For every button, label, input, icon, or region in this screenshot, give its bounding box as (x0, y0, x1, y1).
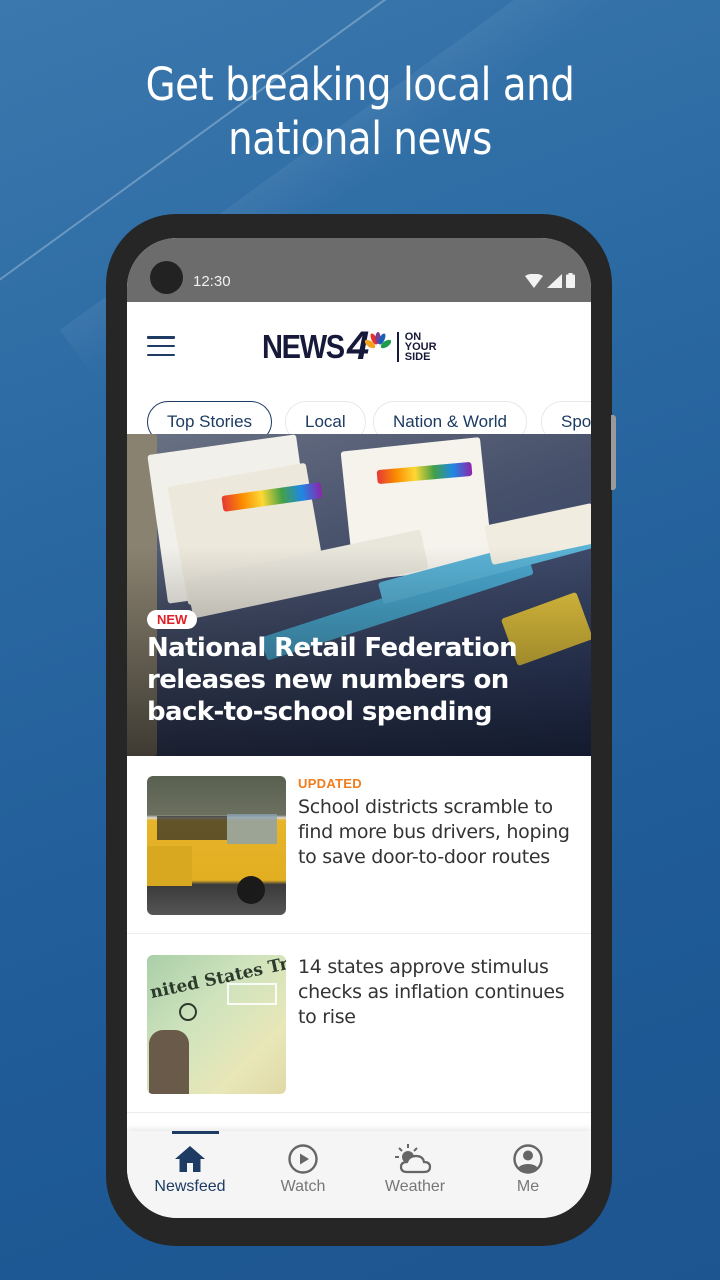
nav-watch[interactable]: Watch (245, 1131, 361, 1218)
promo-headline: Get breaking local and national news (50, 58, 669, 166)
bottom-navigation: Newsfeed Watch Weather Me (127, 1131, 591, 1218)
battery-icon (566, 273, 575, 288)
hamburger-menu-icon[interactable] (147, 336, 175, 356)
nav-label: Watch (280, 1178, 326, 1195)
phone-screen: 12:30 NEWS 4 ON YOUR SIDE Top Stories Lo… (127, 238, 591, 1218)
status-bar: 12:30 (127, 238, 591, 302)
story-item[interactable]: nited States Treas 14 states approve sti… (127, 935, 591, 1113)
nav-weather[interactable]: Weather (357, 1131, 473, 1218)
tab-sports[interactable]: Spo (541, 401, 591, 436)
logo-divider (397, 331, 399, 362)
status-time: 12:30 (193, 273, 231, 290)
account-circle-icon (513, 1144, 543, 1174)
news4-logo[interactable]: NEWS 4 ON YOUR SIDE (262, 324, 437, 369)
active-tab-indicator (172, 1131, 219, 1134)
phone-side-button (611, 415, 616, 490)
story-thumbnail: nited States Treas (147, 955, 286, 1094)
home-icon (175, 1146, 205, 1172)
partly-cloudy-icon (395, 1144, 432, 1174)
wifi-icon (525, 273, 543, 288)
nav-me[interactable]: Me (470, 1131, 586, 1218)
nav-label: Weather (384, 1178, 446, 1195)
story-title[interactable]: School districts scramble to find more b… (298, 795, 578, 870)
updated-tag: UPDATED (298, 776, 362, 791)
logo-tag-line: SIDE (404, 350, 431, 363)
play-circle-icon (288, 1144, 318, 1174)
category-tabs: Top Stories Local Nation & World Spo (127, 386, 591, 436)
nav-newsfeed[interactable]: Newsfeed (132, 1131, 248, 1218)
new-badge: NEW (147, 610, 198, 629)
promo-headline-line1: Get breaking local and (145, 58, 575, 111)
story-item[interactable]: UPDATED School districts scramble to fin… (127, 756, 591, 934)
logo-tagline: ON YOUR SIDE (404, 330, 437, 363)
hero-title[interactable]: National Retail Federation releases new … (147, 632, 577, 728)
logo-text: NEWS (262, 327, 345, 365)
story-title[interactable]: 14 states approve stimulus checks as inf… (298, 955, 578, 1030)
logo-tag-line: YOUR (404, 340, 437, 353)
story-thumbnail (147, 776, 286, 915)
app-bar: NEWS 4 ON YOUR SIDE (127, 302, 591, 386)
front-camera (150, 261, 183, 294)
hero-story[interactable]: NEW National Retail Federation releases … (127, 434, 591, 756)
nav-label: Newsfeed (154, 1178, 226, 1195)
logo-tag-line: ON (404, 330, 422, 343)
signal-icon (547, 273, 562, 288)
nav-label: Me (516, 1178, 540, 1195)
tab-local[interactable]: Local (285, 401, 366, 436)
nbc-peacock-icon (365, 331, 392, 348)
tab-top-stories[interactable]: Top Stories (147, 401, 273, 436)
tab-nation-world[interactable]: Nation & World (373, 401, 528, 436)
promo-headline-line2: national news (228, 112, 492, 165)
